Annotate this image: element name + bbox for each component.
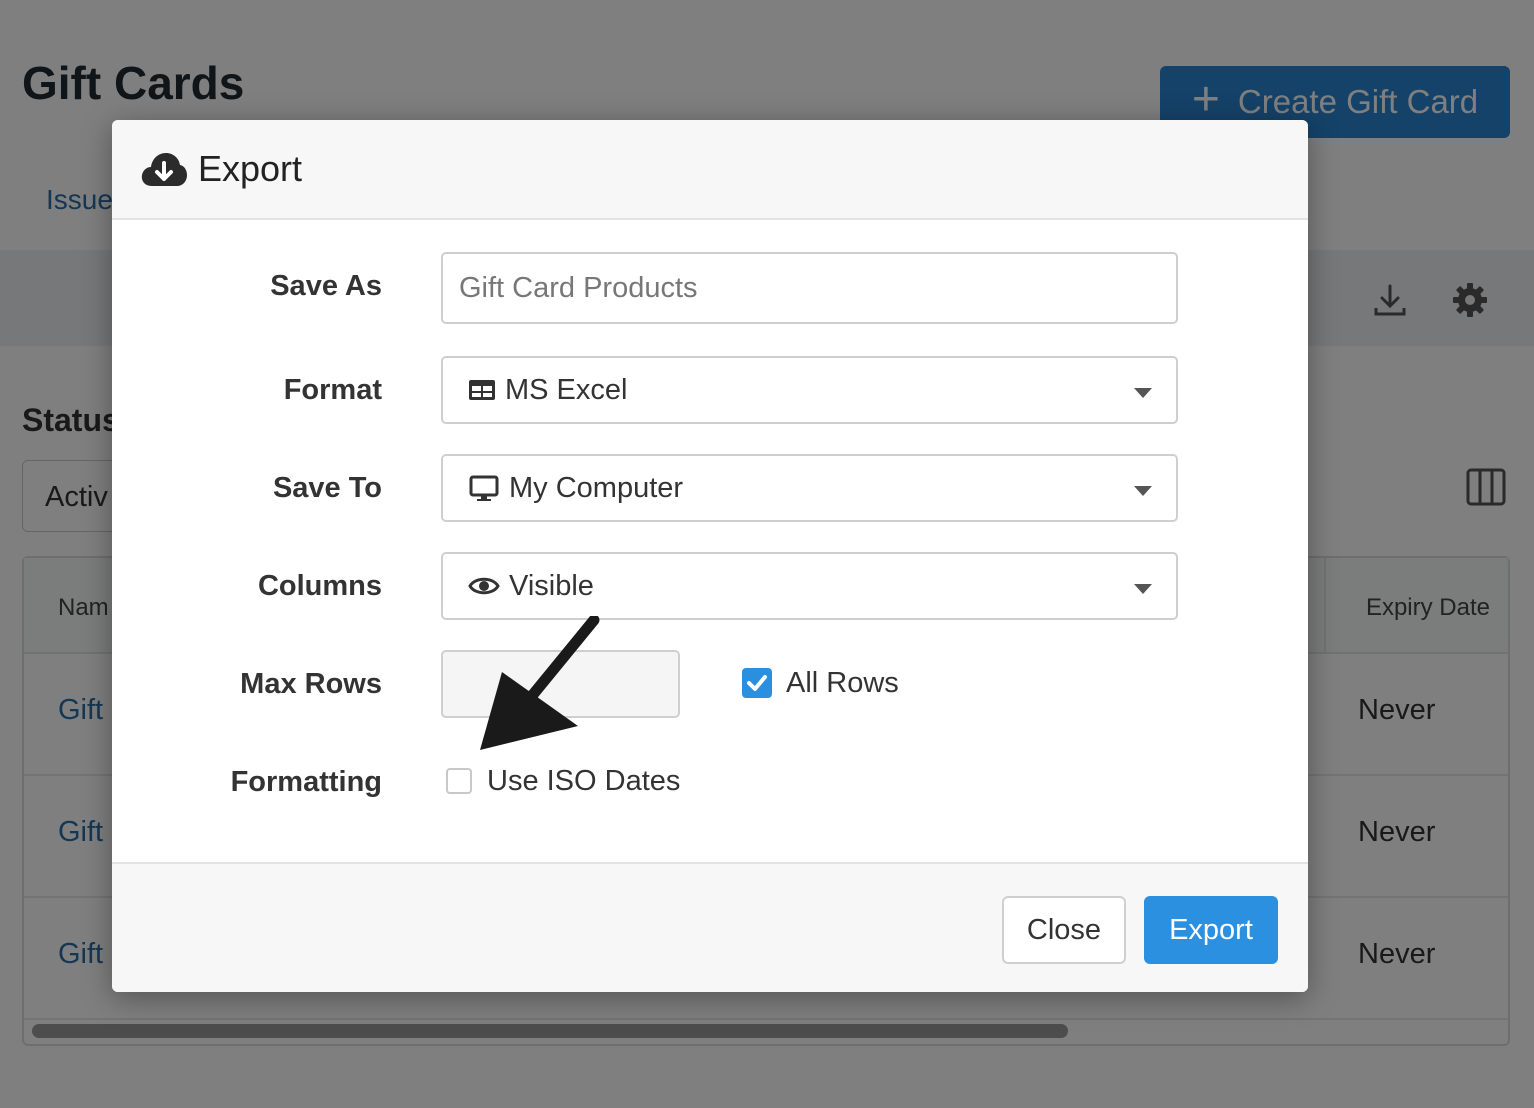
close-button[interactable]: Close	[1002, 896, 1126, 964]
chevron-down-icon	[1134, 584, 1152, 594]
save-as-label: Save As	[270, 270, 382, 302]
annotation-arrow	[480, 616, 600, 750]
formatting-label: Formatting	[230, 766, 382, 798]
chevron-down-icon	[1134, 486, 1152, 496]
columns-value: Visible	[509, 569, 594, 602]
columns-select[interactable]: Visible	[441, 552, 1178, 620]
iso-dates-label[interactable]: Use ISO Dates	[487, 765, 680, 798]
all-rows-checkbox[interactable]	[742, 668, 772, 698]
checkmark-icon	[747, 675, 767, 691]
all-rows-label[interactable]: All Rows	[786, 667, 899, 700]
export-button[interactable]: Export	[1144, 896, 1278, 964]
save-as-placeholder: Gift Card Products	[459, 271, 698, 304]
table-icon	[469, 380, 495, 400]
chevron-down-icon	[1134, 388, 1152, 398]
cloud-download-icon	[141, 153, 187, 186]
save-to-select[interactable]: My Computer	[441, 454, 1178, 522]
format-label: Format	[283, 374, 382, 406]
iso-dates-checkbox[interactable]	[446, 768, 472, 794]
max-rows-label: Max Rows	[240, 668, 382, 700]
columns-label: Columns	[257, 570, 382, 602]
modal-title: Export	[198, 148, 303, 189]
modal-header: Export	[112, 120, 1308, 220]
export-modal: Export Save As Gift Card Products Format…	[112, 120, 1308, 992]
eye-icon	[468, 577, 500, 595]
save-as-input[interactable]: Gift Card Products	[441, 252, 1178, 324]
desktop-icon	[469, 475, 499, 501]
save-to-value: My Computer	[509, 471, 684, 504]
format-select[interactable]: MS Excel	[441, 356, 1178, 424]
format-value: MS Excel	[505, 373, 628, 406]
save-to-label: Save To	[272, 472, 382, 504]
modal-footer: Close Export	[112, 862, 1308, 992]
